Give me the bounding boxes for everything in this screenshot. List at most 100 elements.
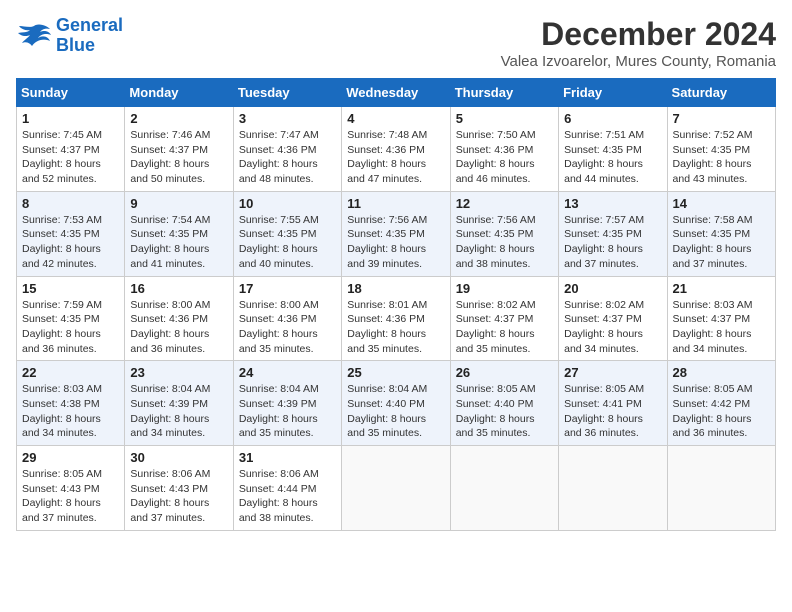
- col-saturday: Saturday: [667, 79, 775, 107]
- day-info: Sunrise: 7:56 AM Sunset: 4:35 PM Dayligh…: [347, 213, 444, 272]
- sunrise-label: Sunrise: 7:54 AM: [130, 214, 210, 226]
- table-row: 23 Sunrise: 8:04 AM Sunset: 4:39 PM Dayl…: [125, 361, 233, 446]
- day-number: 21: [673, 281, 770, 296]
- sunset-label: Sunset: 4:36 PM: [130, 313, 208, 325]
- daylight-label: Daylight: 8 hours and 38 minutes.: [456, 243, 535, 270]
- sunrise-label: Sunrise: 7:53 AM: [22, 214, 102, 226]
- day-info: Sunrise: 8:05 AM Sunset: 4:41 PM Dayligh…: [564, 382, 661, 441]
- calendar-table: Sunday Monday Tuesday Wednesday Thursday…: [16, 78, 776, 531]
- table-row: 25 Sunrise: 8:04 AM Sunset: 4:40 PM Dayl…: [342, 361, 450, 446]
- day-info: Sunrise: 8:05 AM Sunset: 4:40 PM Dayligh…: [456, 382, 553, 441]
- sunrise-label: Sunrise: 7:52 AM: [673, 129, 753, 141]
- sunset-label: Sunset: 4:35 PM: [22, 313, 100, 325]
- table-row: 27 Sunrise: 8:05 AM Sunset: 4:41 PM Dayl…: [559, 361, 667, 446]
- day-info: Sunrise: 7:59 AM Sunset: 4:35 PM Dayligh…: [22, 298, 119, 357]
- table-row: 13 Sunrise: 7:57 AM Sunset: 4:35 PM Dayl…: [559, 191, 667, 276]
- daylight-label: Daylight: 8 hours and 37 minutes.: [564, 243, 643, 270]
- daylight-label: Daylight: 8 hours and 37 minutes.: [130, 497, 209, 524]
- day-info: Sunrise: 7:54 AM Sunset: 4:35 PM Dayligh…: [130, 213, 227, 272]
- daylight-label: Daylight: 8 hours and 46 minutes.: [456, 158, 535, 185]
- sunrise-label: Sunrise: 7:50 AM: [456, 129, 536, 141]
- day-info: Sunrise: 8:04 AM Sunset: 4:40 PM Dayligh…: [347, 382, 444, 441]
- table-row: 7 Sunrise: 7:52 AM Sunset: 4:35 PM Dayli…: [667, 107, 775, 192]
- daylight-label: Daylight: 8 hours and 35 minutes.: [456, 328, 535, 355]
- calendar-week-row: 29 Sunrise: 8:05 AM Sunset: 4:43 PM Dayl…: [17, 446, 776, 531]
- day-info: Sunrise: 8:03 AM Sunset: 4:37 PM Dayligh…: [673, 298, 770, 357]
- day-info: Sunrise: 8:02 AM Sunset: 4:37 PM Dayligh…: [564, 298, 661, 357]
- day-number: 27: [564, 365, 661, 380]
- daylight-label: Daylight: 8 hours and 41 minutes.: [130, 243, 209, 270]
- table-row: [342, 446, 450, 531]
- sunset-label: Sunset: 4:36 PM: [239, 313, 317, 325]
- table-row: [450, 446, 558, 531]
- logo-bird-icon: [16, 21, 52, 51]
- title-block: December 2024 Valea Izvoarelor, Mures Co…: [501, 16, 776, 70]
- daylight-label: Daylight: 8 hours and 42 minutes.: [22, 243, 101, 270]
- sunrise-label: Sunrise: 8:04 AM: [130, 383, 210, 395]
- sunset-label: Sunset: 4:41 PM: [564, 398, 642, 410]
- day-info: Sunrise: 7:53 AM Sunset: 4:35 PM Dayligh…: [22, 213, 119, 272]
- day-info: Sunrise: 7:57 AM Sunset: 4:35 PM Dayligh…: [564, 213, 661, 272]
- sunset-label: Sunset: 4:37 PM: [22, 144, 100, 156]
- day-number: 3: [239, 111, 336, 126]
- sunset-label: Sunset: 4:39 PM: [130, 398, 208, 410]
- calendar-week-row: 1 Sunrise: 7:45 AM Sunset: 4:37 PM Dayli…: [17, 107, 776, 192]
- daylight-label: Daylight: 8 hours and 43 minutes.: [673, 158, 752, 185]
- table-row: 6 Sunrise: 7:51 AM Sunset: 4:35 PM Dayli…: [559, 107, 667, 192]
- table-row: 10 Sunrise: 7:55 AM Sunset: 4:35 PM Dayl…: [233, 191, 341, 276]
- sunrise-label: Sunrise: 8:00 AM: [130, 299, 210, 311]
- table-row: 22 Sunrise: 8:03 AM Sunset: 4:38 PM Dayl…: [17, 361, 125, 446]
- day-info: Sunrise: 7:46 AM Sunset: 4:37 PM Dayligh…: [130, 128, 227, 187]
- sunrise-label: Sunrise: 8:05 AM: [22, 468, 102, 480]
- col-monday: Monday: [125, 79, 233, 107]
- day-number: 4: [347, 111, 444, 126]
- sunset-label: Sunset: 4:35 PM: [673, 144, 751, 156]
- sunset-label: Sunset: 4:40 PM: [456, 398, 534, 410]
- sunset-label: Sunset: 4:36 PM: [456, 144, 534, 156]
- day-number: 2: [130, 111, 227, 126]
- sunrise-label: Sunrise: 7:56 AM: [456, 214, 536, 226]
- sunset-label: Sunset: 4:36 PM: [347, 144, 425, 156]
- col-friday: Friday: [559, 79, 667, 107]
- sunrise-label: Sunrise: 7:48 AM: [347, 129, 427, 141]
- table-row: 11 Sunrise: 7:56 AM Sunset: 4:35 PM Dayl…: [342, 191, 450, 276]
- day-number: 5: [456, 111, 553, 126]
- daylight-label: Daylight: 8 hours and 36 minutes.: [564, 413, 643, 440]
- sunset-label: Sunset: 4:43 PM: [130, 483, 208, 495]
- daylight-label: Daylight: 8 hours and 34 minutes.: [130, 413, 209, 440]
- day-number: 31: [239, 450, 336, 465]
- day-info: Sunrise: 8:04 AM Sunset: 4:39 PM Dayligh…: [239, 382, 336, 441]
- sunset-label: Sunset: 4:42 PM: [673, 398, 751, 410]
- daylight-label: Daylight: 8 hours and 52 minutes.: [22, 158, 101, 185]
- day-number: 7: [673, 111, 770, 126]
- day-number: 12: [456, 196, 553, 211]
- col-thursday: Thursday: [450, 79, 558, 107]
- day-number: 17: [239, 281, 336, 296]
- daylight-label: Daylight: 8 hours and 37 minutes.: [22, 497, 101, 524]
- daylight-label: Daylight: 8 hours and 35 minutes.: [456, 413, 535, 440]
- day-number: 20: [564, 281, 661, 296]
- day-number: 14: [673, 196, 770, 211]
- daylight-label: Daylight: 8 hours and 35 minutes.: [347, 413, 426, 440]
- sunrise-label: Sunrise: 8:00 AM: [239, 299, 319, 311]
- table-row: 24 Sunrise: 8:04 AM Sunset: 4:39 PM Dayl…: [233, 361, 341, 446]
- daylight-label: Daylight: 8 hours and 38 minutes.: [239, 497, 318, 524]
- sunrise-label: Sunrise: 7:47 AM: [239, 129, 319, 141]
- sunrise-label: Sunrise: 8:04 AM: [239, 383, 319, 395]
- day-number: 1: [22, 111, 119, 126]
- sunset-label: Sunset: 4:36 PM: [239, 144, 317, 156]
- calendar-week-row: 15 Sunrise: 7:59 AM Sunset: 4:35 PM Dayl…: [17, 276, 776, 361]
- day-info: Sunrise: 7:55 AM Sunset: 4:35 PM Dayligh…: [239, 213, 336, 272]
- sunrise-label: Sunrise: 8:03 AM: [22, 383, 102, 395]
- sunrise-label: Sunrise: 7:46 AM: [130, 129, 210, 141]
- day-info: Sunrise: 8:04 AM Sunset: 4:39 PM Dayligh…: [130, 382, 227, 441]
- table-row: 21 Sunrise: 8:03 AM Sunset: 4:37 PM Dayl…: [667, 276, 775, 361]
- page-header: General Blue December 2024 Valea Izvoare…: [16, 16, 776, 70]
- day-info: Sunrise: 7:58 AM Sunset: 4:35 PM Dayligh…: [673, 213, 770, 272]
- day-number: 25: [347, 365, 444, 380]
- day-info: Sunrise: 7:48 AM Sunset: 4:36 PM Dayligh…: [347, 128, 444, 187]
- sunset-label: Sunset: 4:44 PM: [239, 483, 317, 495]
- sunrise-label: Sunrise: 7:55 AM: [239, 214, 319, 226]
- table-row: 19 Sunrise: 8:02 AM Sunset: 4:37 PM Dayl…: [450, 276, 558, 361]
- sunset-label: Sunset: 4:37 PM: [564, 313, 642, 325]
